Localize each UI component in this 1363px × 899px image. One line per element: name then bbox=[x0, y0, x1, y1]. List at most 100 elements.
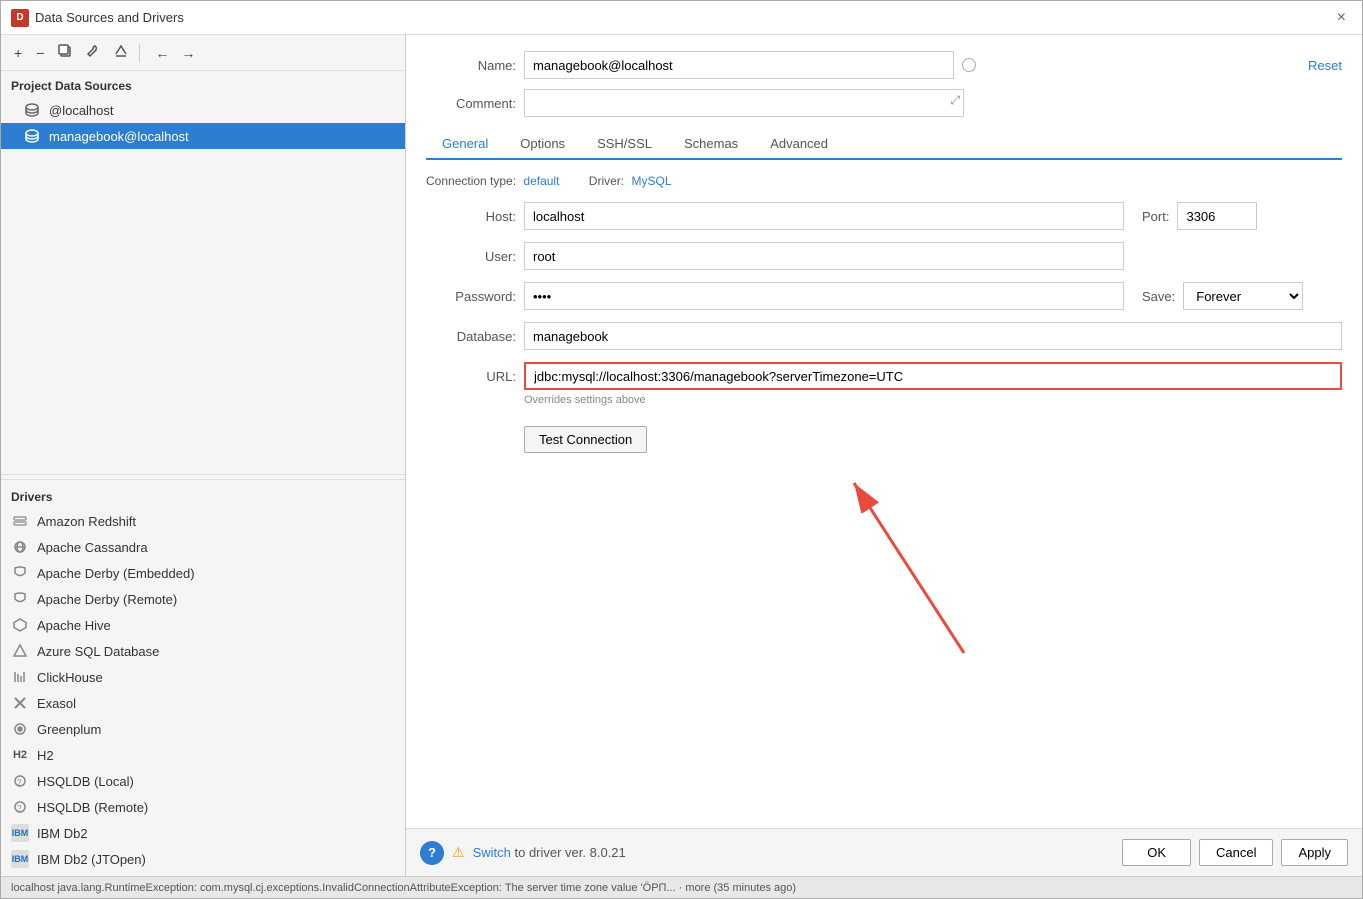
port-input[interactable] bbox=[1177, 202, 1257, 230]
main-dialog: D Data Sources and Drivers × + − bbox=[0, 0, 1363, 899]
driver-name-h2: H2 bbox=[37, 748, 54, 763]
driver-item-exasol[interactable]: Exasol bbox=[1, 690, 405, 716]
save-select[interactable]: Forever Until restart Never bbox=[1183, 282, 1303, 310]
driver-label: Driver: bbox=[589, 174, 624, 188]
user-row: User: bbox=[426, 242, 1342, 270]
toolbar-nav: ← → bbox=[150, 42, 200, 64]
status-bar: localhost java.lang.RuntimeException: co… bbox=[1, 876, 1362, 898]
driver-icon-derby-remote bbox=[11, 590, 29, 608]
driver-item-greenplum[interactable]: Greenplum bbox=[1, 716, 405, 742]
add-button[interactable]: + bbox=[9, 42, 27, 64]
title-bar: D Data Sources and Drivers × bbox=[1, 1, 1362, 35]
tab-general[interactable]: General bbox=[426, 129, 504, 160]
tabs: General Options SSH/SSL Schemas Advanced bbox=[426, 129, 1342, 160]
status-text: localhost java.lang.RuntimeException: co… bbox=[11, 882, 796, 894]
host-input[interactable] bbox=[524, 202, 1124, 230]
database-input[interactable] bbox=[524, 322, 1342, 350]
driver-name-clickhouse: ClickHouse bbox=[37, 670, 103, 685]
divider bbox=[1, 465, 405, 475]
driver-icon-hsqldb-remote: ? bbox=[11, 798, 29, 816]
bottom-bar: ? ⚠ Switch to driver ver. 8.0.21 OK Canc… bbox=[406, 828, 1362, 876]
driver-item-clickhouse[interactable]: ClickHouse bbox=[1, 664, 405, 690]
url-section: URL: Overrides settings above Test Conne… bbox=[426, 362, 1342, 693]
driver-item-h2[interactable]: H2 H2 bbox=[1, 742, 405, 768]
connection-type-label: Connection type: bbox=[426, 174, 516, 188]
url-hint: Overrides settings above bbox=[524, 394, 1342, 406]
source-item-localhost[interactable]: @localhost bbox=[1, 97, 405, 123]
driver-icon-h2: H2 bbox=[11, 746, 29, 764]
driver-item-derby-embedded[interactable]: Apache Derby (Embedded) bbox=[1, 560, 405, 586]
port-label: Port: bbox=[1142, 209, 1169, 224]
driver-item-redshift[interactable]: Amazon Redshift bbox=[1, 508, 405, 534]
driver-icon-azure bbox=[11, 642, 29, 660]
tab-ssh-ssl[interactable]: SSH/SSL bbox=[581, 129, 668, 160]
svg-text:?: ? bbox=[17, 778, 22, 787]
warning-icon: ⚠ bbox=[452, 844, 465, 861]
source-item-managebook[interactable]: managebook@localhost bbox=[1, 123, 405, 149]
warning-message: to driver ver. 8.0.21 bbox=[514, 845, 625, 860]
apply-button[interactable]: Apply bbox=[1281, 839, 1348, 866]
dialog-title: Data Sources and Drivers bbox=[35, 10, 184, 25]
bottom-left: ? ⚠ Switch to driver ver. 8.0.21 bbox=[420, 841, 626, 865]
driver-item-ibm-db2[interactable]: IBM IBM Db2 bbox=[1, 820, 405, 846]
driver-item-hsqldb-remote[interactable]: ? HSQLDB (Remote) bbox=[1, 794, 405, 820]
toolbar: + − bbox=[1, 35, 405, 71]
remove-button[interactable]: − bbox=[31, 42, 49, 64]
tab-options[interactable]: Options bbox=[504, 129, 581, 160]
test-connection-button[interactable]: Test Connection bbox=[524, 426, 647, 453]
driver-name-ibm-db2: IBM Db2 bbox=[37, 826, 88, 841]
cancel-button[interactable]: Cancel bbox=[1199, 839, 1273, 866]
password-label: Password: bbox=[426, 289, 516, 304]
help-button[interactable]: ? bbox=[420, 841, 444, 865]
url-input[interactable] bbox=[524, 362, 1342, 390]
name-row: Name: Reset bbox=[426, 51, 1342, 79]
wrench-button[interactable] bbox=[81, 41, 105, 64]
config-area: Name: Reset Comment: ⤢ bbox=[406, 35, 1362, 828]
driver-name-azure: Azure SQL Database bbox=[37, 644, 159, 659]
project-sources-header: Project Data Sources bbox=[1, 71, 405, 97]
driver-item-derby-remote[interactable]: Apache Derby (Remote) bbox=[1, 586, 405, 612]
driver-icon-hive bbox=[11, 616, 29, 634]
driver-item-azure[interactable]: Azure SQL Database bbox=[1, 638, 405, 664]
toolbar-separator bbox=[139, 44, 140, 62]
driver-icon-ibm-db2-jtopen: IBM bbox=[11, 850, 29, 868]
connection-type-row: Connection type: default Driver: MySQL bbox=[426, 174, 1342, 188]
bottom-right: OK Cancel Apply bbox=[1122, 839, 1348, 866]
password-input[interactable] bbox=[524, 282, 1124, 310]
driver-name-derby-remote: Apache Derby (Remote) bbox=[37, 592, 177, 607]
driver-icon-redshift bbox=[11, 512, 29, 530]
forward-button[interactable]: → bbox=[176, 42, 200, 64]
reset-button[interactable]: Reset bbox=[1308, 58, 1342, 73]
driver-value[interactable]: MySQL bbox=[631, 174, 671, 188]
driver-item-hsqldb-local[interactable]: ? HSQLDB (Local) bbox=[1, 768, 405, 794]
tab-schemas[interactable]: Schemas bbox=[668, 129, 754, 160]
password-row: Password: Save: Forever Until restart Ne… bbox=[426, 282, 1342, 310]
driver-name-hive: Apache Hive bbox=[37, 618, 111, 633]
driver-name-cassandra: Apache Cassandra bbox=[37, 540, 148, 555]
comment-label: Comment: bbox=[426, 96, 516, 111]
driver-item-ibm-db2-jtopen[interactable]: IBM IBM Db2 (JTOpen) bbox=[1, 846, 405, 872]
user-label: User: bbox=[426, 249, 516, 264]
name-label: Name: bbox=[426, 58, 516, 73]
tab-advanced[interactable]: Advanced bbox=[754, 129, 844, 160]
user-input[interactable] bbox=[524, 242, 1124, 270]
ok-button[interactable]: OK bbox=[1122, 839, 1191, 866]
switch-link[interactable]: Switch bbox=[473, 845, 511, 860]
connection-type-value[interactable]: default bbox=[523, 174, 559, 188]
export-button[interactable] bbox=[109, 41, 133, 64]
title-bar-left: D Data Sources and Drivers bbox=[11, 9, 184, 27]
name-input[interactable] bbox=[524, 51, 954, 79]
driver-name-redshift: Amazon Redshift bbox=[37, 514, 136, 529]
left-panel-scroll: Project Data Sources @localhost bbox=[1, 71, 405, 876]
back-button[interactable]: ← bbox=[150, 42, 174, 64]
copy-button[interactable] bbox=[53, 41, 77, 64]
close-button[interactable]: × bbox=[1331, 7, 1352, 29]
driver-name-hsqldb-local: HSQLDB (Local) bbox=[37, 774, 134, 789]
annotation-area bbox=[426, 453, 1342, 693]
driver-item-cassandra[interactable]: Apache Cassandra bbox=[1, 534, 405, 560]
driver-icon-hsqldb-local: ? bbox=[11, 772, 29, 790]
comment-input[interactable] bbox=[524, 89, 964, 117]
project-sources-list: @localhost managebook@localhost bbox=[1, 97, 405, 465]
main-content: + − bbox=[1, 35, 1362, 876]
driver-item-hive[interactable]: Apache Hive bbox=[1, 612, 405, 638]
